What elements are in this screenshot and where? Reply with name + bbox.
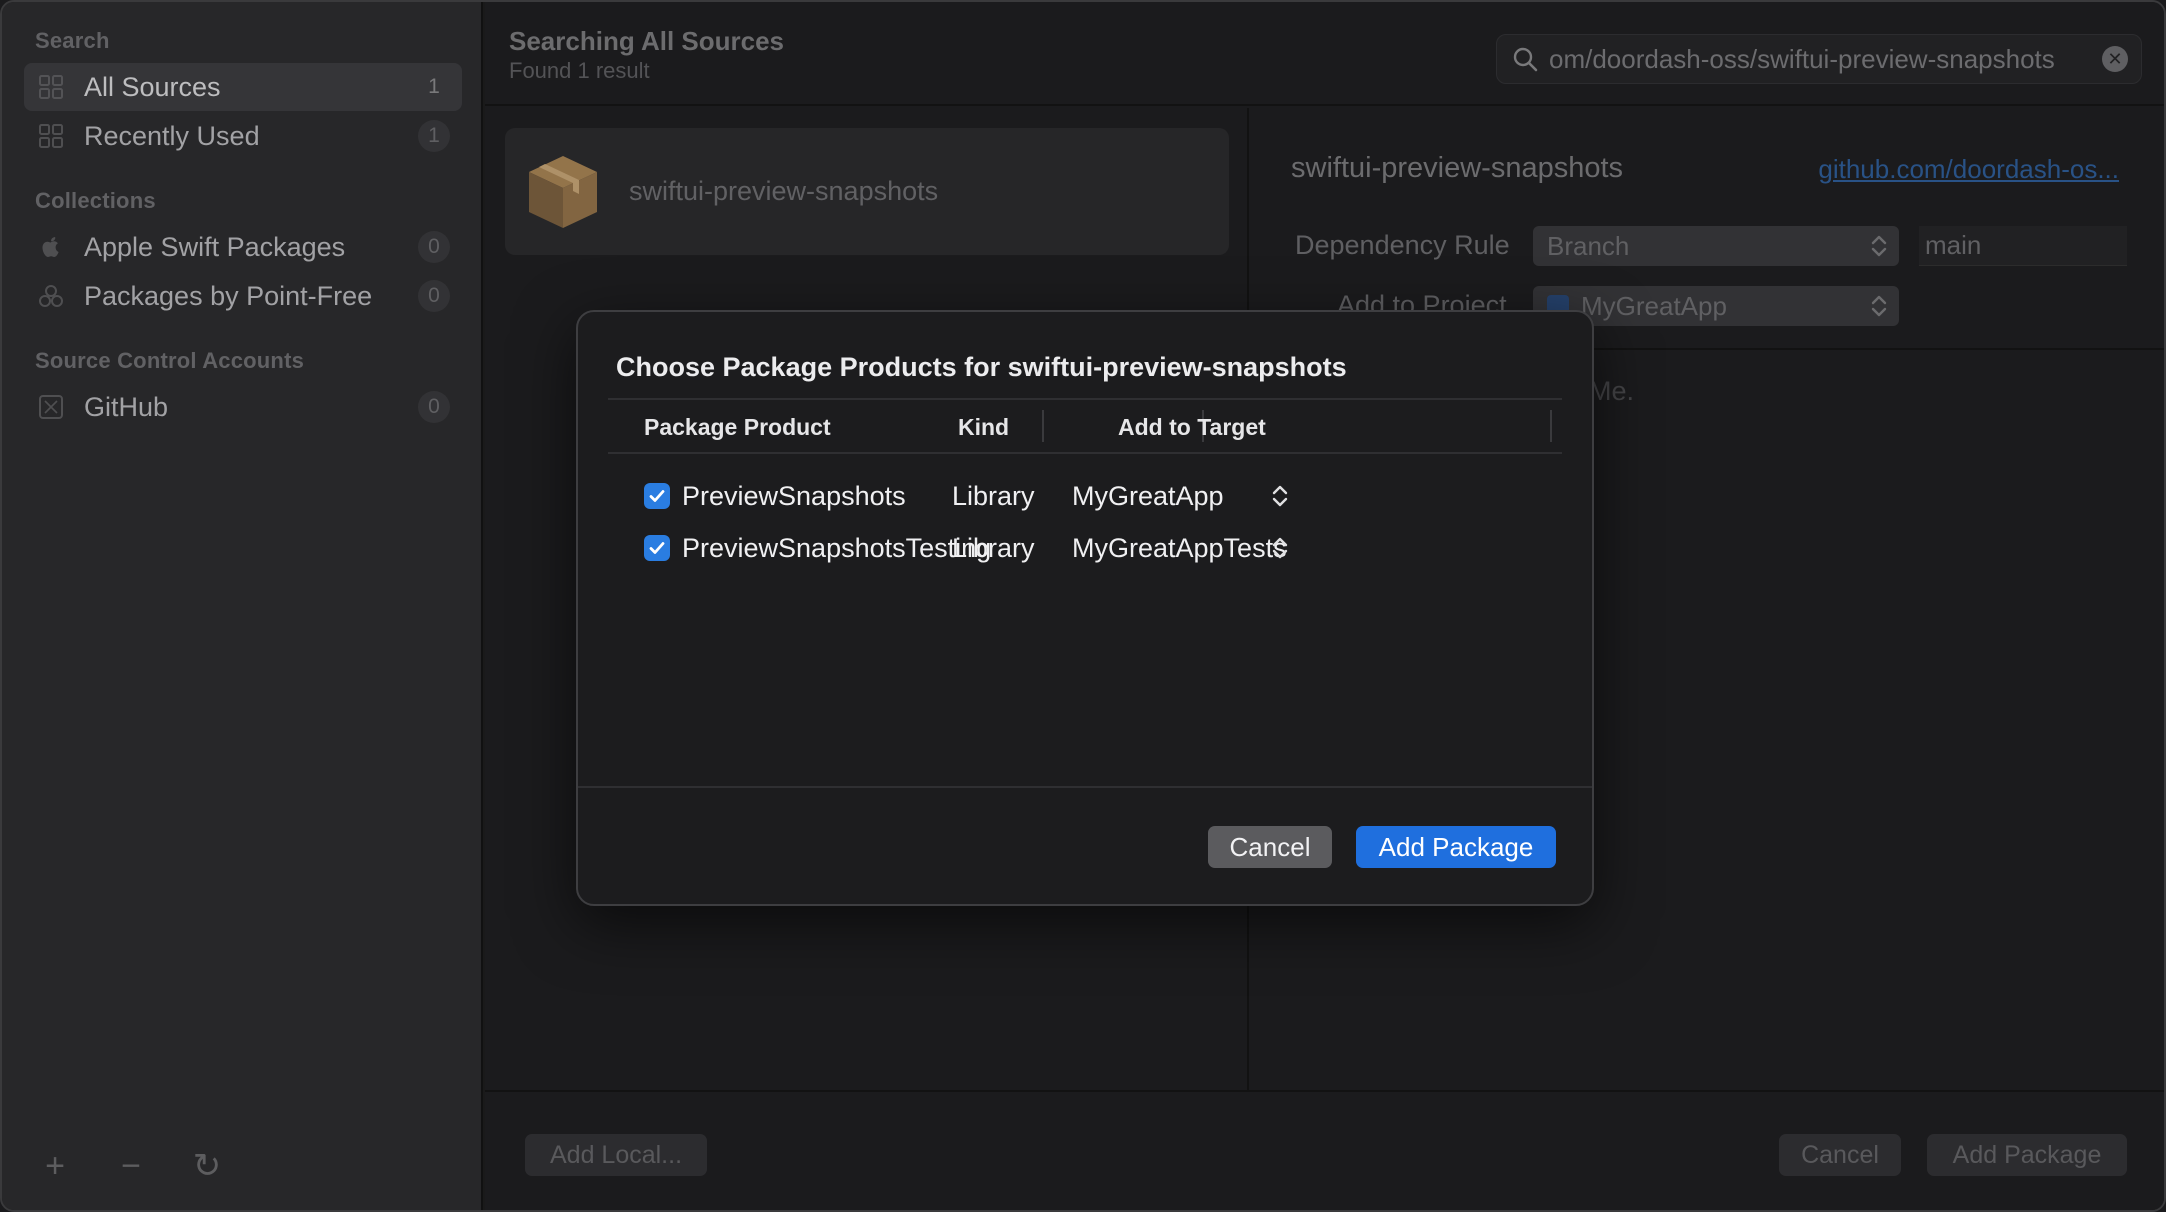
column-separator (1550, 410, 1552, 442)
chevron-updown-icon[interactable] (1270, 534, 1290, 567)
column-header-product[interactable]: Package Product (644, 414, 831, 441)
product-checkbox[interactable] (644, 483, 670, 509)
dialog-cancel-button[interactable]: Cancel (1208, 826, 1332, 868)
product-checkbox[interactable] (644, 535, 670, 561)
column-separator (1042, 410, 1044, 442)
choose-products-dialog: Choose Package Products for swiftui-prev… (576, 310, 1594, 906)
target-popup[interactable]: MyGreatApp (1072, 481, 1224, 512)
table-row: PreviewSnapshots Library MyGreatApp (608, 470, 1562, 522)
checkmark-icon (649, 542, 665, 554)
product-name: PreviewSnapshotsTesting (682, 532, 992, 563)
product-kind: Library (952, 532, 1035, 563)
products-table: Package Product Kind Add to Target Previ… (608, 398, 1562, 768)
target-popup[interactable]: MyGreatAppTests (1072, 533, 1287, 564)
column-header-kind[interactable]: Kind (958, 414, 1009, 441)
divider (578, 786, 1592, 788)
dialog-title: Choose Package Products for swiftui-prev… (616, 352, 1347, 382)
dialog-add-package-button[interactable]: Add Package (1356, 826, 1556, 868)
table-header: Package Product Kind Add to Target (608, 398, 1562, 454)
package-manager-window: Search All Sources 1 Recently Used 1 Col… (0, 0, 2166, 1212)
product-name: PreviewSnapshots (682, 480, 906, 511)
column-header-target[interactable]: Add to Target (1118, 414, 1266, 441)
checkmark-icon (649, 490, 665, 502)
table-row: PreviewSnapshotsTesting Library MyGreatA… (608, 522, 1562, 574)
product-kind: Library (952, 480, 1035, 511)
chevron-updown-icon[interactable] (1270, 482, 1290, 515)
